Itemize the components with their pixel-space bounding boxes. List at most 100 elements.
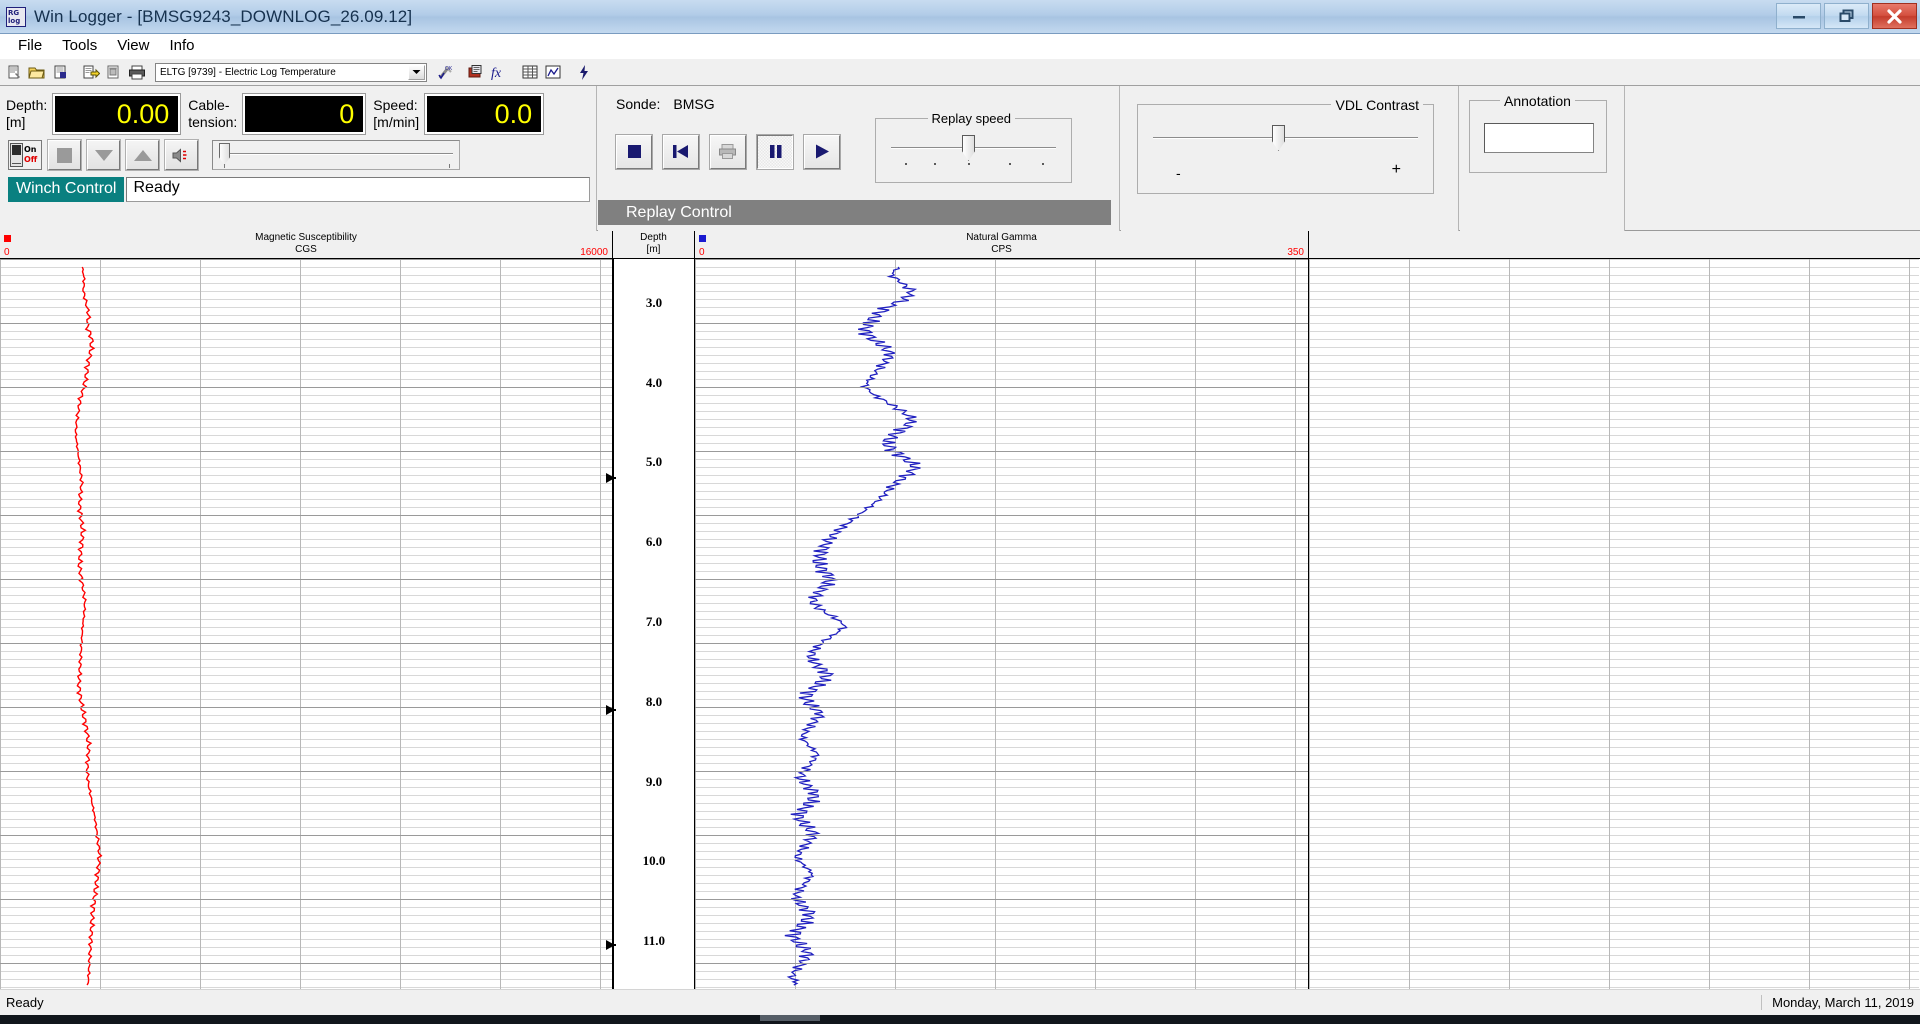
print-icon[interactable] — [126, 61, 148, 83]
speaker-mute-icon — [172, 147, 192, 164]
winch-status-row: Winch Control Ready — [0, 170, 596, 202]
track-natural-gamma[interactable] — [695, 259, 1309, 989]
skip-back-icon — [672, 143, 690, 160]
replay-control-panel: Sonde:BMSG — [598, 86, 1120, 231]
chevron-down-icon[interactable] — [408, 65, 425, 80]
replay-print-button[interactable] — [710, 135, 746, 169]
magsus-min: 0 — [4, 247, 10, 258]
gamma-min: 0 — [699, 247, 705, 258]
slider-thumb[interactable] — [219, 143, 230, 165]
depth-tick-label: 8.0 — [614, 694, 694, 710]
depth-col-unit: [m] — [613, 244, 694, 255]
depth-label: Depth: [m] — [6, 94, 47, 131]
winch-speed-slider[interactable] — [212, 140, 460, 170]
winch-down-button[interactable] — [87, 140, 120, 170]
winch-up-button[interactable] — [126, 140, 159, 170]
cable-tension-readout: 0 — [243, 94, 365, 134]
close-icon — [1886, 9, 1903, 24]
annotation-title: Annotation — [1500, 93, 1575, 109]
track-header-row: Magnetic Susceptibility CGS 0 16000 Dept… — [0, 231, 1920, 259]
taskbar-item[interactable] — [760, 1015, 820, 1021]
menu-item-info[interactable]: Info — [159, 36, 204, 55]
menu-item-file[interactable]: File — [8, 36, 52, 55]
vdl-minus-label: - — [1176, 165, 1181, 181]
speed-label-text: Speed: — [373, 97, 419, 114]
track-empty[interactable] — [1309, 259, 1919, 989]
replay-rewind-button[interactable] — [663, 135, 699, 169]
replay-speed-tick — [934, 163, 936, 165]
track-header-gamma: Natural Gamma CPS 0 350 — [695, 231, 1309, 259]
depth-position-marker — [606, 705, 615, 715]
menu-bar: File Tools View Info — [0, 34, 1920, 58]
depth-scale-column: 3.04.05.06.07.08.09.010.011.0 — [613, 259, 695, 989]
replay-stop-button[interactable] — [616, 135, 652, 169]
track-header-depth: Depth [m] — [613, 231, 695, 259]
vdl-slider-thumb[interactable] — [1272, 125, 1285, 151]
menu-item-tools[interactable]: Tools — [52, 36, 107, 55]
annotation-input[interactable] — [1484, 123, 1594, 153]
window-titlebar: RGlog Win Logger - [BMSG9243_DOWNLOG_26.… — [0, 0, 1920, 34]
winch-stop-button[interactable] — [48, 140, 81, 170]
window-title: Win Logger - [BMSG9243_DOWNLOG_26.09.12] — [34, 7, 412, 27]
depth-tick-label: 10.0 — [614, 853, 694, 869]
winch-sound-button[interactable] — [165, 140, 198, 170]
arrow-down-icon — [95, 150, 113, 161]
table-view-icon[interactable] — [519, 61, 541, 83]
readout-row: Depth: [m] 0.00 Cable- tension: 0 Speed:… — [0, 86, 596, 134]
calibrate-icon[interactable]: OK — [434, 61, 456, 83]
track-magnetic-susceptibility[interactable] — [0, 259, 613, 989]
vdl-contrast-group: VDL Contrast - + — [1137, 104, 1434, 194]
magsus-curve — [0, 259, 612, 989]
open-folder-icon[interactable] — [26, 61, 48, 83]
save-document-icon[interactable] — [49, 61, 71, 83]
tool-select[interactable]: ELTG [9739] - Electric Log Temperature — [155, 63, 427, 82]
depth-tick-label: 4.0 — [614, 375, 694, 391]
pause-icon — [768, 143, 783, 160]
minimize-icon — [1792, 11, 1806, 21]
magsus-max: 16000 — [580, 247, 608, 258]
restore-button[interactable] — [1824, 3, 1869, 29]
annotation-group: Annotation — [1469, 100, 1607, 173]
status-text: Ready — [6, 995, 44, 1010]
track-header-empty — [1309, 231, 1919, 259]
replay-pause-button[interactable] — [757, 135, 793, 169]
magsus-unit: CGS — [0, 244, 612, 255]
chart-view-icon[interactable] — [542, 61, 564, 83]
tension-label-line1: Cable- — [188, 97, 237, 114]
power-off-label: Off — [24, 155, 37, 165]
stop-square-icon — [626, 143, 643, 160]
depth-tick-label: 3.0 — [614, 295, 694, 311]
replay-speed-title: Replay speed — [928, 111, 1016, 126]
menu-item-view[interactable]: View — [107, 36, 159, 55]
replay-play-button[interactable] — [804, 135, 840, 169]
power-on-label: On — [24, 145, 37, 155]
print-preview-icon[interactable] — [465, 61, 487, 83]
power-toggle-button[interactable]: On Off — [8, 140, 42, 170]
app-logger-icon: RGlog — [6, 7, 26, 27]
main-toolbar: ELTG [9739] - Electric Log Temperature O… — [0, 58, 1920, 86]
vdl-slider-track — [1153, 137, 1418, 139]
import-document-icon[interactable] — [103, 61, 125, 83]
depth-tick-label: 7.0 — [614, 614, 694, 630]
replay-speed-tick — [1042, 163, 1044, 165]
replay-speed-group: Replay speed — [875, 118, 1072, 183]
stop-icon — [57, 148, 72, 163]
toggle-labels: On Off — [24, 145, 37, 165]
function-fx-icon[interactable]: fx — [488, 61, 510, 83]
export-document-icon[interactable] — [80, 61, 102, 83]
track-header-magsus: Magnetic Susceptibility CGS 0 16000 — [0, 231, 613, 259]
close-button[interactable] — [1872, 3, 1917, 29]
status-date: Monday, March 11, 2019 — [1761, 995, 1914, 1010]
sonde-value: BMSG — [673, 96, 714, 112]
printer-icon — [718, 143, 738, 160]
lightning-icon[interactable] — [573, 61, 595, 83]
depth-unit-text: [m] — [6, 114, 47, 131]
minimize-button[interactable] — [1776, 3, 1821, 29]
replay-speed-thumb[interactable] — [962, 135, 975, 161]
magsus-name: Magnetic Susceptibility — [0, 232, 612, 243]
replay-speed-tick — [1009, 163, 1011, 165]
control-panels: Depth: [m] 0.00 Cable- tension: 0 Speed:… — [0, 86, 1920, 231]
depth-tick-label: 6.0 — [614, 534, 694, 550]
replay-control-title: Replay Control — [598, 204, 732, 222]
new-log-icon[interactable] — [3, 61, 25, 83]
